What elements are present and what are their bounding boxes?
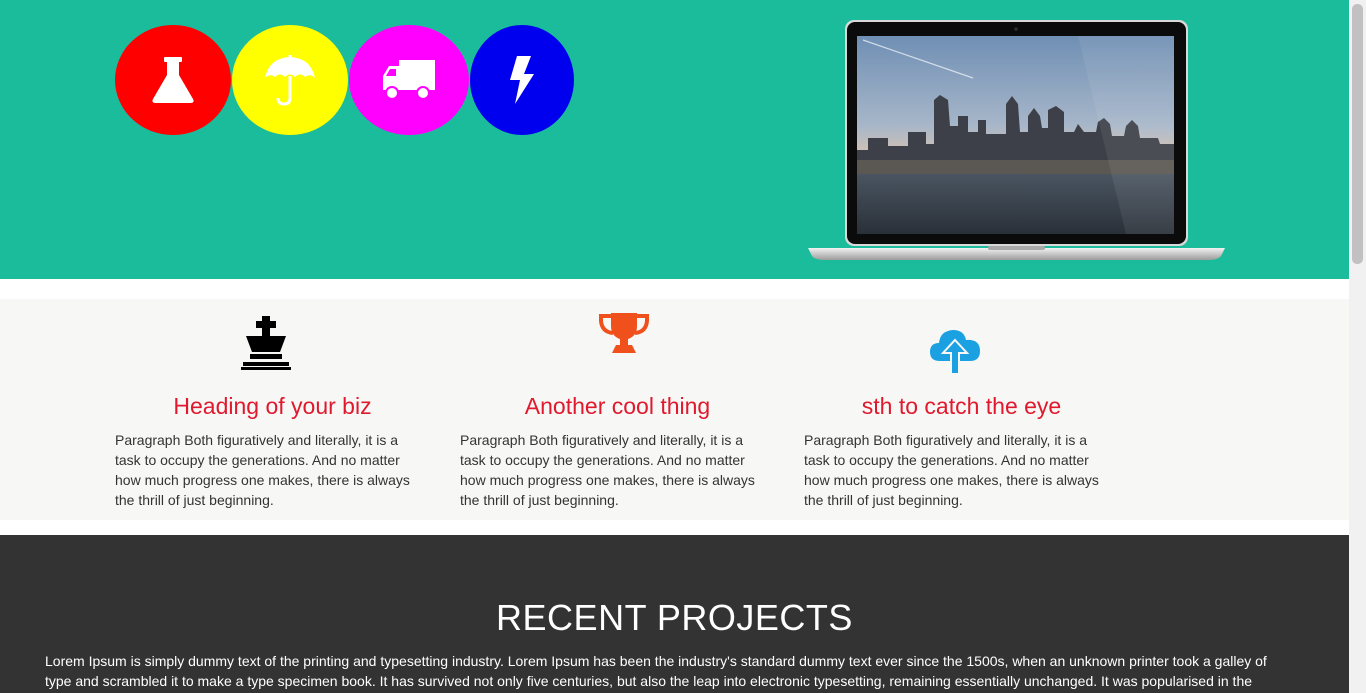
lightning-icon (510, 56, 534, 104)
flask-icon (152, 57, 194, 103)
feature-title: Heading of your biz (173, 393, 372, 419)
feature-title: Another cool thing (524, 393, 711, 419)
feature-title: sth to catch the eye (861, 393, 1062, 419)
flask-circle[interactable] (115, 25, 231, 135)
feature-text: Paragraph Both figuratively and literall… (804, 432, 1099, 508)
scrollbar-thumb[interactable] (1352, 4, 1363, 264)
feature-text: Paragraph Both figuratively and literall… (115, 432, 410, 508)
hero-section (0, 0, 1349, 279)
umbrella-circle[interactable] (232, 25, 348, 135)
lightning-circle[interactable] (470, 25, 574, 135)
trophy-icon (599, 313, 649, 353)
features-section: Heading of your biz Paragraph Both figur… (0, 299, 1349, 520)
feature-text: Paragraph Both figuratively and literall… (460, 432, 755, 508)
chess-king-icon (241, 316, 291, 370)
section-title: RECENT PROJECTS (496, 597, 853, 638)
recent-projects-section: RECENT PROJECTS Lorem Ipsum is simply du… (0, 535, 1349, 693)
cloud-upload-icon (930, 330, 980, 375)
umbrella-icon (265, 55, 315, 106)
truck-circle[interactable] (349, 25, 469, 135)
truck-icon (383, 60, 435, 100)
laptop-image (808, 20, 1225, 260)
section-text: Lorem Ipsum is simply dummy text of the … (45, 653, 1267, 689)
